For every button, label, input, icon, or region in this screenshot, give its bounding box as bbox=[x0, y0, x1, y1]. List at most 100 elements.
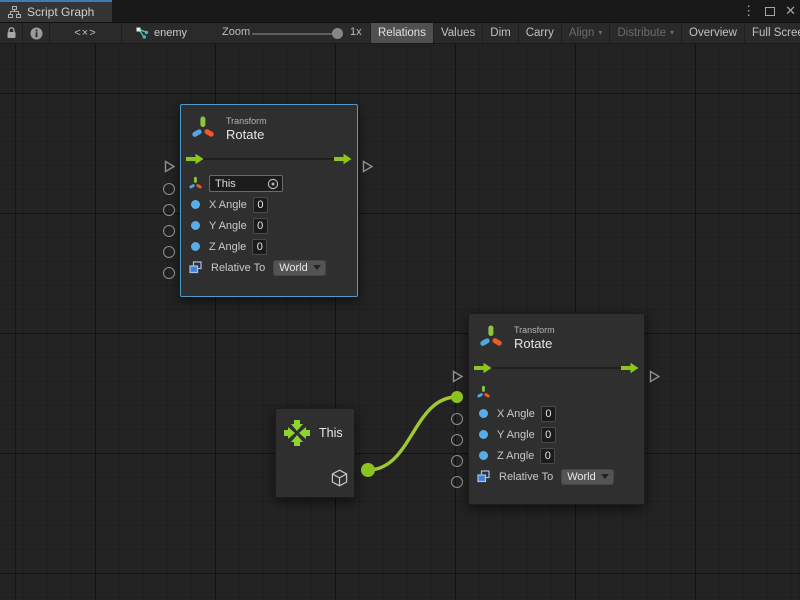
chevron-down-icon bbox=[313, 265, 321, 270]
inspector-toggle-button[interactable] bbox=[23, 23, 50, 43]
carry-button[interactable]: Carry bbox=[518, 23, 561, 43]
connection-wire-layer bbox=[0, 44, 800, 600]
variables-icon: <×> bbox=[74, 27, 96, 39]
z-angle-port[interactable] bbox=[163, 246, 175, 258]
enum-icon bbox=[477, 470, 490, 483]
y-angle-port[interactable] bbox=[451, 434, 463, 446]
graph-asset-icon bbox=[136, 27, 149, 39]
x-angle-port[interactable] bbox=[163, 204, 175, 216]
x-angle-row: X Angle 0 bbox=[181, 194, 357, 215]
self-input-row: This bbox=[181, 173, 357, 194]
zoom-slider[interactable] bbox=[252, 33, 338, 35]
flow-output-port[interactable] bbox=[362, 160, 374, 173]
zoom-label: Zoom bbox=[222, 26, 250, 38]
x-angle-row: X Angle 0 bbox=[469, 403, 644, 424]
dim-button[interactable]: Dim bbox=[482, 23, 517, 43]
zoom-slider-handle[interactable] bbox=[332, 28, 343, 39]
flow-row bbox=[181, 147, 357, 171]
z-angle-input[interactable]: 0 bbox=[252, 239, 267, 255]
value-port-dot bbox=[191, 242, 200, 251]
relative-to-row: Relative To World bbox=[469, 466, 644, 487]
values-button[interactable]: Values bbox=[433, 23, 482, 43]
node-rotate-1[interactable]: Transform Rotate This bbox=[180, 104, 358, 297]
relation-line bbox=[203, 158, 335, 160]
x-angle-input[interactable]: 0 bbox=[253, 197, 268, 213]
relative-to-dropdown[interactable]: World bbox=[273, 260, 326, 276]
x-angle-input[interactable]: 0 bbox=[541, 406, 556, 422]
info-icon bbox=[30, 27, 43, 40]
rotate2-self-input-port[interactable] bbox=[451, 391, 463, 403]
z-angle-port[interactable] bbox=[451, 455, 463, 467]
gameobject-cube-icon bbox=[331, 469, 348, 487]
this-output-port[interactable] bbox=[361, 463, 375, 477]
relative-to-row: Relative To World bbox=[181, 257, 357, 278]
y-angle-row: Y Angle 0 bbox=[469, 424, 644, 445]
distribute-button[interactable]: Distribute ▾ bbox=[609, 23, 681, 43]
chevron-down-icon: ▾ bbox=[598, 23, 602, 43]
node-category: Transform bbox=[514, 325, 555, 335]
zoom-value: 1x bbox=[350, 26, 362, 38]
chevron-down-icon: ▾ bbox=[670, 23, 674, 43]
toolbar-buttons: Relations Values Dim Carry Align ▾ Distr… bbox=[370, 23, 800, 43]
value-port-dot bbox=[191, 200, 200, 209]
value-port-dot bbox=[479, 409, 488, 418]
this-node-label: This bbox=[319, 426, 343, 440]
y-angle-row: Y Angle 0 bbox=[181, 215, 357, 236]
title-bar: Script Graph ⋮ ✕ bbox=[0, 0, 800, 22]
value-port-dot bbox=[479, 451, 488, 460]
z-angle-row: Z Angle 0 bbox=[469, 445, 644, 466]
z-angle-row: Z Angle 0 bbox=[181, 236, 357, 257]
flow-row bbox=[469, 356, 644, 380]
maximize-icon[interactable] bbox=[765, 7, 775, 16]
self-input-port[interactable] bbox=[163, 183, 175, 195]
y-angle-port[interactable] bbox=[163, 225, 175, 237]
variables-toggle-button[interactable]: <×> bbox=[50, 23, 122, 43]
flow-output-port[interactable] bbox=[649, 370, 661, 383]
flow-out-arrow-icon bbox=[621, 362, 639, 374]
relations-button[interactable]: Relations bbox=[370, 23, 433, 43]
close-icon[interactable]: ✕ bbox=[785, 0, 796, 22]
flow-input-port[interactable] bbox=[452, 370, 464, 383]
flow-in-arrow-icon bbox=[474, 362, 492, 374]
node-header: Transform Rotate bbox=[181, 105, 357, 147]
transform-icon bbox=[478, 324, 504, 352]
flow-input-port[interactable] bbox=[164, 160, 176, 173]
node-this[interactable]: This bbox=[275, 408, 355, 498]
self-input-row bbox=[469, 382, 644, 403]
graph-canvas[interactable]: Transform Rotate This bbox=[0, 44, 800, 600]
relative-to-port[interactable] bbox=[451, 476, 463, 488]
node-category: Transform bbox=[226, 116, 267, 126]
align-button[interactable]: Align ▾ bbox=[561, 23, 610, 43]
object-picker-icon[interactable] bbox=[267, 178, 279, 190]
z-angle-input[interactable]: 0 bbox=[540, 448, 555, 464]
chevron-down-icon bbox=[601, 474, 609, 479]
transform-icon bbox=[190, 115, 216, 143]
relative-to-dropdown[interactable]: World bbox=[561, 469, 614, 485]
value-port-dot bbox=[479, 430, 488, 439]
breadcrumb-graph-name: enemy bbox=[154, 27, 187, 39]
y-angle-input[interactable]: 0 bbox=[253, 218, 268, 234]
node-rotate-2[interactable]: Transform Rotate X Angle 0 Y bbox=[468, 313, 645, 505]
overview-button[interactable]: Overview bbox=[681, 23, 744, 43]
node-title: Rotate bbox=[226, 127, 267, 142]
node-header: Transform Rotate bbox=[469, 314, 644, 356]
lock-button[interactable] bbox=[0, 23, 23, 43]
self-object-field[interactable]: This bbox=[209, 175, 283, 192]
fullscreen-button[interactable]: Full Screen bbox=[744, 23, 800, 43]
script-graph-icon bbox=[8, 6, 21, 18]
relative-to-port[interactable] bbox=[163, 267, 175, 279]
x-angle-port[interactable] bbox=[451, 413, 463, 425]
window-menu-icon[interactable]: ⋮ bbox=[742, 0, 755, 22]
graph-toolbar: <×> enemy Zoom 1x Relations Values Dim C… bbox=[0, 22, 800, 44]
tab-label: Script Graph bbox=[27, 5, 94, 19]
breadcrumb[interactable]: enemy bbox=[136, 23, 187, 43]
tab-script-graph[interactable]: Script Graph bbox=[0, 0, 112, 22]
value-port-dot bbox=[191, 221, 200, 230]
connection-wire[interactable] bbox=[368, 397, 457, 470]
node-title: Rotate bbox=[514, 336, 555, 351]
y-angle-input[interactable]: 0 bbox=[541, 427, 556, 443]
flow-out-arrow-icon bbox=[334, 153, 352, 165]
enum-icon bbox=[189, 261, 202, 274]
transform-mini-icon bbox=[188, 176, 203, 192]
flow-in-arrow-icon bbox=[186, 153, 204, 165]
